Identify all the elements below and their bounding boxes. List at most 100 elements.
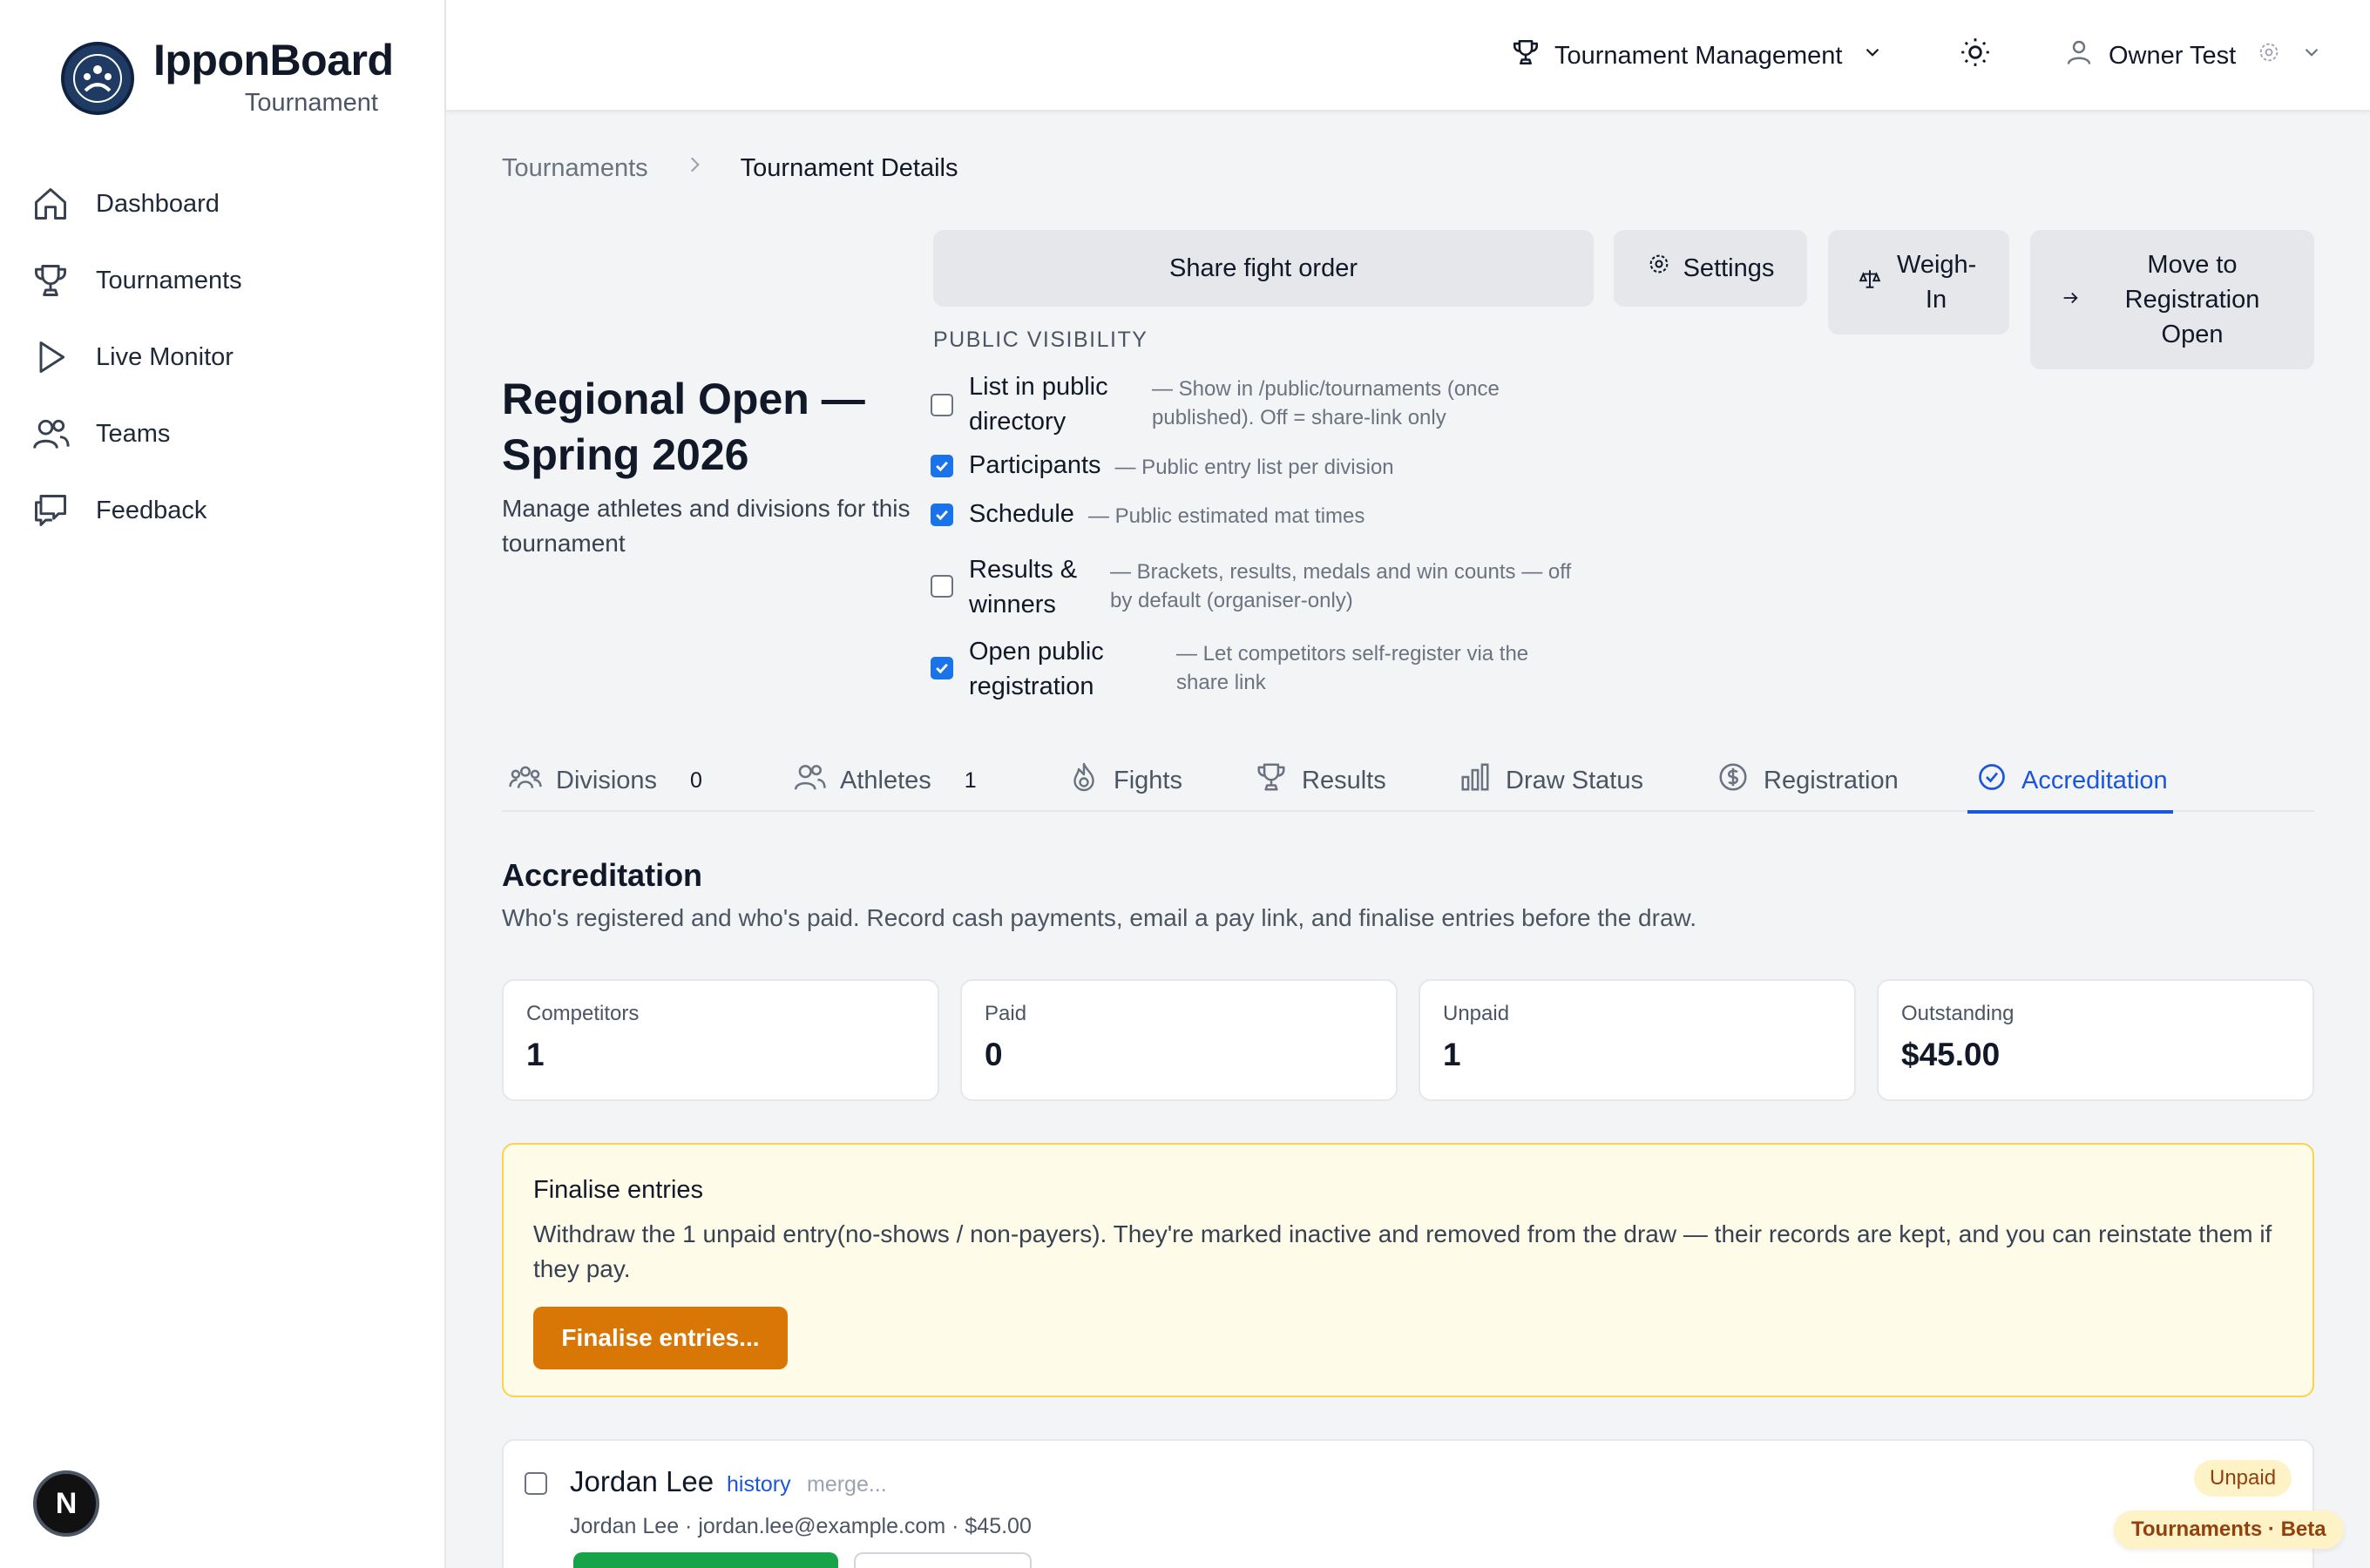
sidebar-item-dashboard[interactable]: Dashboard [28, 166, 420, 242]
settings-label: Settings [1683, 254, 1775, 282]
sidebar-item-label: Tournaments [96, 266, 242, 294]
visibility-option-participants: Participants — Public entry list per div… [931, 451, 1394, 483]
tab-athletes[interactable]: Athletes 1 [793, 751, 977, 810]
move-to-registration-open-button[interactable]: Move to Registration Open [2030, 230, 2314, 369]
flame-icon [1068, 761, 1100, 800]
sidebar-item-feedback[interactable]: Feedback [28, 472, 420, 549]
entry-select-checkbox[interactable] [525, 1472, 547, 1495]
user-icon [2063, 37, 2095, 75]
sidebar-item-teams[interactable]: Teams [28, 395, 420, 472]
results-checkbox[interactable] [931, 575, 953, 598]
dollar-circle-icon [1717, 760, 1750, 801]
dev-tools-badge[interactable]: N [33, 1470, 99, 1537]
share-fight-order-button[interactable]: Share fight order [933, 230, 1594, 307]
tab-accreditation[interactable]: Accreditation [1967, 751, 2173, 814]
sidebar-item-label: Dashboard [96, 189, 220, 218]
top-header: Tournament Management Owner Test [446, 0, 2370, 112]
stat-card-outstanding: Outstanding $45.00 [1877, 979, 2314, 1101]
visibility-option-open-registration: Open public registration — Let competito… [931, 634, 1577, 704]
finalise-heading: Finalise entries [533, 1176, 704, 1204]
trophy-icon [31, 261, 70, 300]
visibility-option-label: Participants [969, 451, 1101, 479]
chevron-right-icon [683, 153, 706, 183]
gear-icon [2257, 40, 2281, 71]
trophy-icon [1511, 37, 1540, 74]
weigh-in-button[interactable]: Weigh-In [1828, 230, 2009, 335]
users-icon [31, 415, 70, 453]
theme-toggle-button[interactable] [1959, 30, 1992, 82]
stat-label: Outstanding [1901, 1002, 2014, 1025]
home-icon [31, 185, 70, 223]
entry-secondary-button[interactable] [854, 1552, 1032, 1568]
visibility-option-description: — Public estimated mat times [1087, 504, 1365, 528]
ipponboard-logo[interactable] [61, 42, 134, 115]
entry-merge-link[interactable]: merge... [807, 1472, 887, 1497]
breadcrumb-tournaments-link[interactable]: Tournaments [502, 154, 648, 183]
brand-name: IpponBoard [153, 36, 394, 84]
tab-divisions[interactable]: Divisions 0 [509, 751, 702, 810]
tab-label: Draw Status [1506, 766, 1643, 794]
stat-card-paid: Paid 0 [960, 979, 1398, 1101]
visibility-option-label: Open public registration [969, 638, 1104, 700]
breadcrumb-current: Tournament Details [740, 153, 958, 182]
sidebar-item-label: Feedback [96, 496, 207, 524]
sidebar-item-live-monitor[interactable]: Live Monitor [28, 319, 420, 395]
open-registration-checkbox[interactable] [931, 657, 953, 679]
participants-checkbox[interactable] [931, 455, 953, 477]
settings-button[interactable]: Settings [1614, 230, 1807, 307]
visibility-option-label: List in public directory [969, 373, 1108, 436]
sidebar: IpponBoard Tournament Dashboard Tourname… [0, 0, 446, 1568]
status-badge: Unpaid [2194, 1460, 2292, 1497]
tab-fights[interactable]: Fights [1068, 751, 1182, 810]
chevron-down-icon [2300, 41, 2323, 71]
brand-subtitle: Tournament [244, 89, 378, 117]
tab-label: Divisions [556, 766, 658, 794]
chat-icon [31, 491, 70, 530]
tournament-management-menu[interactable]: Tournament Management [1511, 30, 1884, 82]
accreditation-heading: Accreditation [502, 857, 703, 893]
scale-icon [1859, 265, 1881, 300]
weigh-in-label: Weigh-In [1897, 251, 1977, 314]
visibility-option-schedule: Schedule — Public estimated mat times [931, 500, 1365, 531]
finalise-entries-button[interactable]: Finalise entries... [533, 1307, 788, 1369]
accreditation-subtitle: Who's registered and who's paid. Record … [502, 904, 1696, 931]
visibility-option-results: Results & winners — Brackets, results, m… [931, 552, 1581, 622]
chevron-down-icon [1861, 41, 1884, 71]
record-payment-button[interactable] [573, 1552, 838, 1568]
beta-badge: Tournaments · Beta [2114, 1511, 2344, 1549]
sun-icon [1959, 36, 1992, 76]
page-subtitle: Manage athletes and divisions for this t… [502, 495, 911, 557]
play-icon [31, 338, 70, 376]
breadcrumb: Tournaments Tournament Details [502, 153, 958, 183]
schedule-checkbox[interactable] [931, 504, 953, 526]
tab-count: 1 [964, 767, 977, 793]
sidebar-item-tournaments[interactable]: Tournaments [28, 242, 420, 319]
tab-label: Results [1302, 766, 1386, 794]
sidebar-item-label: Teams [96, 419, 171, 448]
tab-count: 0 [690, 767, 702, 793]
stat-label: Unpaid [1443, 1002, 1510, 1025]
check-circle-icon [1976, 761, 2008, 800]
tab-registration[interactable]: Registration [1717, 751, 1899, 810]
users-icon [793, 760, 826, 801]
visibility-option-description: — Let competitors self-register via the … [1176, 642, 1529, 694]
entry-details: Jordan Lee · jordan.lee@example.com · $4… [570, 1514, 1032, 1538]
finalise-description: Withdraw the 1 unpaid entry(no-shows / n… [533, 1220, 2272, 1282]
entry-history-link[interactable]: history [727, 1472, 791, 1497]
share-fight-order-label: Share fight order [1168, 254, 1358, 282]
visibility-option-public-directory: List in public directory — Show in /publ… [931, 369, 1561, 439]
tournament-management-label: Tournament Management [1554, 41, 1843, 70]
tab-draw-status[interactable]: Draw Status [1459, 751, 1643, 810]
stat-label: Paid [985, 1002, 1027, 1025]
user-menu[interactable]: Owner Test [2063, 30, 2323, 82]
tab-results[interactable]: Results [1255, 751, 1386, 810]
sidebar-nav: Dashboard Tournaments Live Monitor Teams [28, 166, 420, 549]
public-directory-checkbox[interactable] [931, 394, 953, 416]
sidebar-item-label: Live Monitor [96, 342, 234, 371]
visibility-option-label: Schedule [969, 500, 1074, 528]
tab-label: Fights [1114, 766, 1182, 794]
stat-value: 1 [526, 1037, 545, 1072]
move-to-label: Move to Registration Open [2124, 251, 2260, 348]
stat-card-unpaid: Unpaid 1 [1419, 979, 1856, 1101]
entry-name: Jordan Lee [570, 1465, 714, 1497]
